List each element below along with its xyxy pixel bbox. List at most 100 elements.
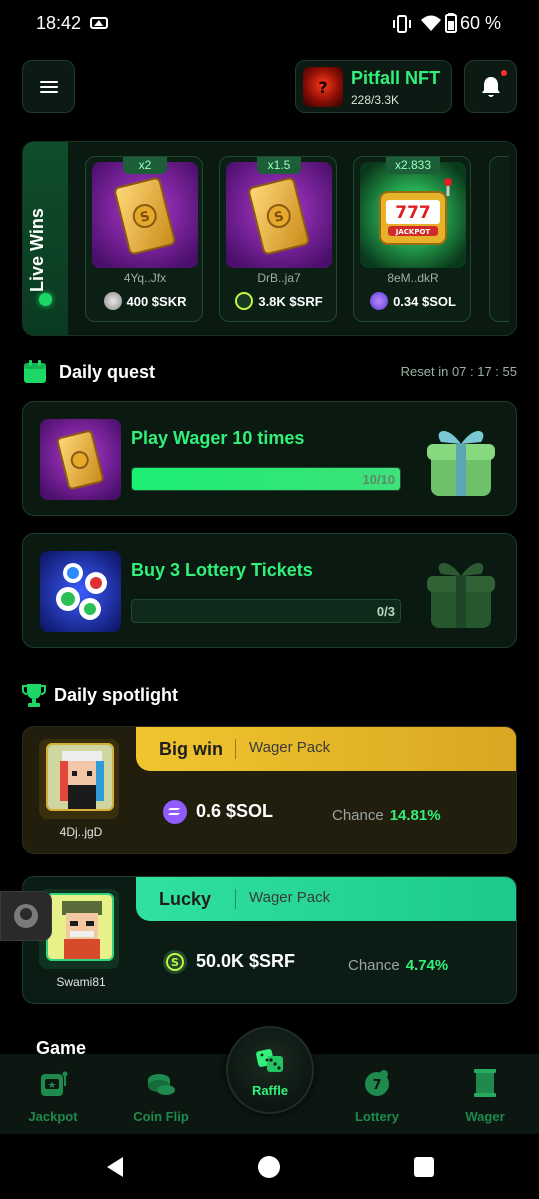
spotlight-user: Swami81 bbox=[56, 975, 106, 989]
spotlight-label: Lucky bbox=[159, 889, 212, 909]
floating-side-button[interactable] bbox=[0, 891, 52, 941]
win-multiplier: x2 bbox=[123, 157, 167, 174]
spotlight-amount: 50.0K $SRF bbox=[196, 951, 296, 971]
battery-icon bbox=[445, 13, 457, 33]
gift-box-icon bbox=[427, 430, 495, 496]
spotlight-card-big-win[interactable]: 4Dj..jgD Big win Wager Pack 0.6 $SOL Cha… bbox=[22, 726, 517, 854]
quest-progress-bar: 10/10 bbox=[131, 467, 401, 491]
quest-title: Buy 3 Lottery Tickets bbox=[131, 560, 313, 580]
daily-quest-title: Daily quest bbox=[59, 362, 156, 382]
win-user: 8eM..dkR bbox=[387, 271, 439, 285]
nav-label: Raffle bbox=[251, 1083, 289, 1098]
nav-label: Lottery bbox=[354, 1109, 400, 1124]
win-amount: 3.8K $SRF bbox=[220, 292, 338, 310]
win-user: DrB..ja7 bbox=[257, 271, 301, 285]
svg-text:777: 777 bbox=[395, 203, 431, 223]
nft-thumbnail: ? bbox=[303, 67, 343, 107]
quest-card[interactable]: Play Wager 10 times 10/10 bbox=[22, 401, 517, 516]
quest-progress-bar: 0/3 bbox=[131, 599, 401, 623]
daily-quest-reset-timer: Reset in 07 : 17 : 55 bbox=[400, 364, 517, 379]
spotlight-game: Wager Pack bbox=[249, 739, 331, 756]
chance-value: 14.81% bbox=[389, 807, 441, 824]
nav-raffle[interactable]: Raffle bbox=[226, 1026, 314, 1114]
wager-pack-image: S bbox=[226, 162, 332, 268]
spotlight-chance: Chance 14.81% bbox=[332, 807, 441, 824]
back-icon[interactable] bbox=[103, 1155, 127, 1179]
win-user: 4Yq..Jfx bbox=[123, 271, 167, 285]
sol-coin-icon bbox=[163, 800, 187, 824]
lottery-balls-image bbox=[40, 551, 121, 632]
live-win-card[interactable]: 777 JACKPOT x2.833 8eM..dkR 0.34 $SOL bbox=[353, 156, 471, 322]
nft-count: 228/3.3K bbox=[351, 93, 400, 107]
wager-pack-image: S bbox=[92, 162, 198, 268]
win-multiplier: x1.5 bbox=[257, 157, 301, 174]
spotlight-game: Wager Pack bbox=[249, 889, 331, 906]
status-time: 18:42 bbox=[36, 13, 82, 33]
svg-text:?: ? bbox=[318, 78, 327, 97]
win-amount-text: 3.8K $SRF bbox=[258, 293, 323, 309]
win-amount: 400 $SKR bbox=[86, 292, 204, 310]
wager-pack-image bbox=[40, 419, 121, 500]
jackpot-icon bbox=[41, 1071, 68, 1096]
menu-button[interactable] bbox=[22, 60, 75, 113]
home-icon[interactable] bbox=[257, 1155, 281, 1179]
nav-label: Coin Flip bbox=[133, 1109, 189, 1124]
win-amount: 0.34 $SOL bbox=[354, 292, 472, 310]
live-win-card[interactable]: S x2 4Yq..Jfx 400 $SKR bbox=[85, 156, 203, 322]
live-wins-panel: Live Wins S x2 4Yq..Jfx 400 $SKR S x1.5 … bbox=[22, 141, 517, 336]
notification-dot bbox=[501, 70, 507, 76]
avatar bbox=[46, 743, 114, 811]
nft-title: Pitfall NFT bbox=[351, 68, 440, 88]
daily-spotlight-title: Daily spotlight bbox=[54, 685, 179, 705]
win-amount-text: 0.34 $SOL bbox=[393, 293, 456, 309]
bell-icon bbox=[481, 76, 500, 97]
quest-title: Play Wager 10 times bbox=[131, 428, 305, 448]
srf-coin-icon bbox=[235, 292, 254, 310]
spotlight-card-lucky[interactable]: Swami81 Lucky Wager Pack S 50.0K $SRF Ch… bbox=[22, 876, 517, 1004]
wager-icon bbox=[474, 1069, 496, 1097]
nav-jackpot[interactable]: Jackpot bbox=[8, 1066, 98, 1124]
chance-value: 4.74% bbox=[405, 957, 449, 974]
srf-coin-icon: S bbox=[163, 950, 187, 974]
spotlight-divider bbox=[235, 889, 236, 909]
skr-coin-icon bbox=[103, 292, 122, 310]
live-wins-label: Live Wins bbox=[27, 208, 47, 292]
gift-box-icon bbox=[427, 562, 495, 628]
status-bar: 18:42 60 % bbox=[0, 0, 539, 48]
vibrate-icon bbox=[393, 15, 411, 33]
recents-icon[interactable] bbox=[413, 1156, 435, 1178]
notifications-button[interactable] bbox=[464, 60, 517, 113]
coin-flip-icon bbox=[148, 1074, 175, 1095]
location-pin-icon bbox=[14, 904, 38, 928]
dice-icon bbox=[256, 1049, 283, 1072]
svg-text:7: 7 bbox=[372, 1078, 381, 1093]
live-indicator-dot bbox=[39, 293, 52, 306]
system-nav-bar bbox=[0, 1134, 539, 1199]
spotlight-header: Lucky Wager Pack bbox=[136, 877, 516, 921]
spotlight-label: Big win bbox=[159, 739, 223, 759]
avatar bbox=[46, 893, 114, 961]
nav-wager[interactable]: Wager bbox=[440, 1066, 530, 1124]
nav-label: Jackpot bbox=[28, 1109, 78, 1124]
chance-label: Chance bbox=[332, 807, 384, 824]
win-multiplier: x2.833 bbox=[386, 157, 440, 174]
win-amount-text: 400 $SKR bbox=[126, 293, 187, 309]
live-win-card-peek bbox=[489, 156, 509, 322]
nft-card[interactable]: ? Pitfall NFT 228/3.3K bbox=[295, 60, 452, 113]
trophy-icon bbox=[22, 684, 46, 707]
nav-coin-flip[interactable]: Coin Flip bbox=[116, 1066, 206, 1124]
quest-progress-fill bbox=[132, 468, 400, 490]
spotlight-divider bbox=[235, 739, 236, 759]
spotlight-amount: 0.6 $SOL bbox=[196, 801, 274, 821]
spotlight-chance: Chance 4.74% bbox=[348, 957, 448, 974]
cast-icon bbox=[90, 17, 108, 29]
lottery-icon: 7 bbox=[365, 1070, 389, 1096]
live-wins-tab: Live Wins bbox=[23, 142, 68, 335]
svg-text:S: S bbox=[171, 956, 179, 969]
quest-progress-text: 10/10 bbox=[362, 472, 395, 487]
quest-progress-text: 0/3 bbox=[376, 604, 395, 619]
live-win-card[interactable]: S x1.5 DrB..ja7 3.8K $SRF bbox=[219, 156, 337, 322]
nav-lottery[interactable]: 7 Lottery bbox=[332, 1066, 422, 1124]
quest-card[interactable]: Buy 3 Lottery Tickets 0/3 bbox=[22, 533, 517, 648]
battery-percent: 60 % bbox=[459, 13, 501, 33]
